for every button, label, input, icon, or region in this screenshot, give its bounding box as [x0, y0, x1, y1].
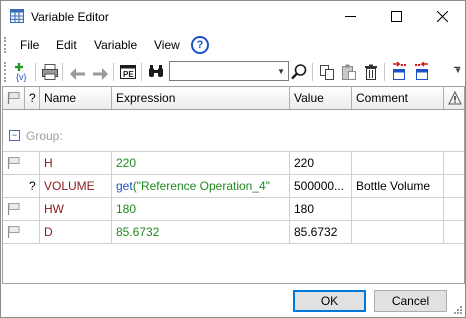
cell-comment[interactable]	[352, 221, 444, 243]
import-icon[interactable]	[389, 62, 409, 82]
close-button[interactable]	[419, 1, 465, 32]
resize-grip-icon[interactable]	[453, 305, 463, 315]
cell-name[interactable]: VOLUME	[40, 175, 112, 197]
delete-icon[interactable]	[361, 62, 381, 82]
menu-edit[interactable]: Edit	[56, 38, 77, 52]
cell-comment[interactable]	[352, 152, 444, 174]
cell-mark	[25, 198, 40, 220]
flag-icon[interactable]	[7, 226, 21, 238]
cell-expression[interactable]: get("Reference Operation_4"	[112, 175, 290, 197]
toolbar-separator	[141, 63, 142, 81]
group-row[interactable]: − Group:	[3, 109, 464, 152]
cell-name[interactable]: D	[40, 221, 112, 243]
title-bar[interactable]: Variable Editor	[1, 1, 465, 32]
warning-icon	[448, 90, 462, 105]
menu-variable[interactable]: Variable	[94, 38, 137, 52]
expression-args: ("Reference Operation_4"	[132, 179, 270, 193]
cell-expression[interactable]: 180	[112, 198, 290, 220]
cell-name[interactable]: H	[40, 152, 112, 174]
maximize-button[interactable]	[373, 1, 419, 32]
table-row[interactable]: D 85.6732 85.6732	[3, 221, 464, 244]
find-icon[interactable]	[146, 62, 166, 82]
copy-icon[interactable]	[317, 62, 337, 82]
flag-icon[interactable]	[7, 157, 21, 169]
minimize-icon	[344, 16, 356, 17]
column-header-expression[interactable]: Expression	[112, 87, 290, 109]
flag-icon	[7, 92, 20, 104]
column-header-flag[interactable]	[3, 87, 25, 109]
cell-value: 180	[290, 198, 352, 220]
menu-view[interactable]: View	[154, 38, 180, 52]
menu-grip[interactable]	[4, 37, 9, 53]
cancel-button[interactable]: Cancel	[374, 290, 447, 312]
paste-icon[interactable]	[339, 62, 359, 82]
cell-mark: ?	[25, 175, 40, 197]
cell-name[interactable]: HW	[40, 198, 112, 220]
cell-mark	[25, 152, 40, 174]
menu-file[interactable]: File	[20, 38, 39, 52]
redo-icon[interactable]	[90, 62, 110, 82]
toolbar-separator	[35, 63, 36, 81]
table-icon	[10, 9, 24, 23]
export-icon[interactable]	[412, 62, 432, 82]
menu-bar: File Edit Variable View	[1, 32, 465, 57]
cell-comment[interactable]	[352, 198, 444, 220]
grid-header: ? Name Expression Value Comment	[3, 87, 464, 110]
table-row[interactable]: HW 180 180	[3, 198, 464, 221]
maximize-icon	[390, 11, 402, 22]
cell-comment[interactable]: Bottle Volume	[352, 175, 444, 197]
toolbar-separator	[312, 63, 313, 81]
column-header-name[interactable]: Name	[40, 87, 112, 109]
column-header-warning[interactable]	[444, 87, 464, 109]
column-header-unknown[interactable]: ?	[25, 87, 40, 109]
cell-value: 220	[290, 152, 352, 174]
expression-function: get	[116, 179, 133, 193]
window-title: Variable Editor	[31, 10, 109, 24]
ok-button[interactable]: OK	[293, 290, 366, 312]
properties-icon[interactable]: PE	[118, 62, 138, 82]
table-row[interactable]: ? VOLUME get("Reference Operation_4" 500…	[3, 175, 464, 198]
toolbar-separator	[113, 63, 114, 81]
undo-icon[interactable]	[68, 62, 88, 82]
close-icon	[436, 11, 448, 22]
toolbar-separator	[384, 63, 385, 81]
cell-mark	[25, 221, 40, 243]
toolbar: {v} PE ▼ ▁ ▼	[1, 58, 465, 85]
search-go-icon[interactable]	[289, 62, 309, 82]
cell-value: 85.6732	[290, 221, 352, 243]
collapse-icon[interactable]: −	[9, 130, 20, 141]
group-label: Group:	[26, 129, 63, 143]
cell-value: 500000...	[290, 175, 352, 197]
cell-expression[interactable]: 220	[112, 152, 290, 174]
toolbar-overflow-icon[interactable]: ▁ ▼	[454, 60, 462, 75]
cell-expression[interactable]: 85.6732	[112, 221, 290, 243]
flag-icon[interactable]	[7, 203, 21, 215]
help-icon[interactable]: ?	[191, 36, 209, 54]
chevron-down-icon[interactable]: ▼	[277, 67, 285, 76]
svg-text:PE: PE	[123, 70, 134, 79]
toolbar-grip[interactable]	[4, 62, 9, 82]
svg-text:{v}: {v}	[16, 72, 27, 82]
variable-grid: ? Name Expression Value Comment − Group:	[2, 86, 465, 284]
table-row[interactable]: H 220 220	[3, 152, 464, 175]
column-header-value[interactable]: Value	[290, 87, 352, 109]
variable-editor-window: Variable Editor File Edit Variable View …	[0, 0, 466, 318]
print-icon[interactable]	[40, 62, 60, 82]
search-input[interactable]	[170, 62, 274, 78]
add-variable-icon[interactable]: {v}	[13, 62, 33, 82]
minimize-button[interactable]	[327, 1, 373, 32]
search-combobox[interactable]: ▼	[169, 61, 289, 81]
column-header-comment[interactable]: Comment	[352, 87, 444, 109]
toolbar-separator	[62, 63, 63, 81]
